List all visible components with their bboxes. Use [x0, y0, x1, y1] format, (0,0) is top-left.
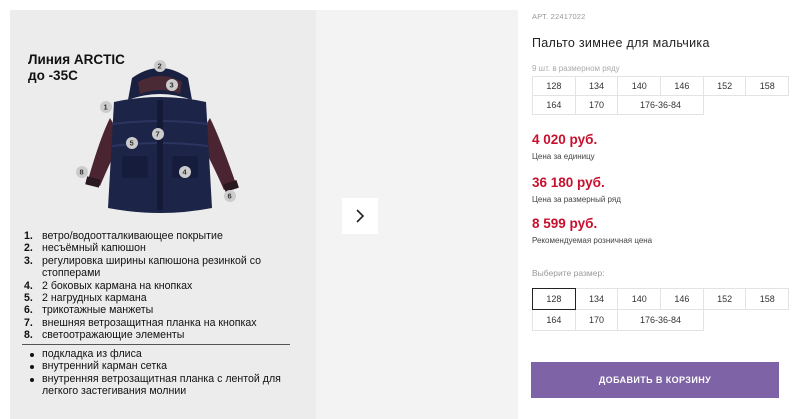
marker-6: 6: [228, 192, 232, 201]
pack-size-cell: 128: [532, 76, 576, 96]
coat-illustration: 2 3 1 7 5 4 8 6: [76, 60, 239, 213]
feature-item: 1. ветро/водоотталкивающее покрытие: [24, 230, 223, 242]
size-option[interactable]: 176-36-84: [617, 309, 704, 331]
size-option[interactable]: 140: [617, 288, 662, 310]
price-retail: 8 599 руб.: [532, 216, 598, 231]
marker-3: 3: [170, 81, 174, 90]
size-prompt: Выберите размер:: [532, 268, 605, 278]
size-option[interactable]: 146: [660, 288, 704, 310]
price-pack-label: Цена за размерный ряд: [532, 195, 621, 204]
gallery-next-button[interactable]: [342, 198, 378, 234]
extra-feature-item: внутренняя ветрозащитная планка с лентой…: [24, 373, 294, 398]
feature-item: 3. регулировка ширины капюшона резинкой с…: [24, 254, 262, 280]
marker-7: 7: [156, 130, 160, 139]
pack-size-cell: 146: [660, 76, 704, 96]
feature-divider: [22, 344, 290, 345]
marker-5: 5: [130, 139, 134, 148]
pack-size-cell: 176-36-84: [617, 95, 704, 115]
pack-size-cell: 158: [745, 76, 790, 96]
size-option[interactable]: 152: [702, 288, 747, 310]
price-pack: 36 180 руб.: [532, 175, 605, 190]
chevron-right-icon: [356, 209, 365, 223]
size-option[interactable]: 158: [745, 288, 790, 310]
pack-size-cell: 164: [532, 95, 576, 115]
feature-item: 2. несъёмный капюшон: [24, 242, 146, 255]
pack-size-note: 9 шт. в размерном ряду: [532, 64, 620, 73]
extra-feature-list: подкладка из флиса внутренний карман сет…: [24, 348, 294, 398]
pack-size-cell: 134: [574, 76, 619, 96]
feature-item: 7. внешняя ветрозащитная планка на кнопка…: [24, 316, 257, 329]
size-option[interactable]: 164: [532, 309, 576, 331]
price-unit-label: Цена за единицу: [532, 152, 595, 161]
pack-size-cell: 140: [617, 76, 662, 96]
feature-list: 1. ветро/водоотталкивающее покрытие 2. нес…: [24, 230, 302, 342]
article-number: АРТ. 22417022: [532, 12, 586, 21]
product-title: Пальто зимнее для мальчика: [532, 36, 710, 50]
pack-size-cell: 170: [574, 95, 619, 115]
marker-8: 8: [80, 168, 84, 177]
feature-item: 5. 2 нагрудных кармана: [24, 292, 147, 305]
extra-feature-item: внутренний карман сетка: [24, 360, 294, 372]
add-to-cart-button[interactable]: ДОБАВИТЬ В КОРЗИНУ: [531, 362, 779, 398]
size-option-selected[interactable]: 128: [532, 288, 576, 310]
size-option[interactable]: 170: [574, 309, 619, 331]
marker-2: 2: [158, 62, 162, 71]
feature-item: 8. светоотражающие элементы: [24, 329, 185, 342]
feature-item: 6. трикотажные манжеты: [24, 304, 154, 317]
price-unit: 4 020 руб.: [532, 132, 598, 147]
pack-size-grid: 128 134 140 146 152 158 164 170 176-36-8…: [532, 76, 790, 115]
size-picker: 128 134 140 146 152 158 164 170 176-36-8…: [532, 288, 790, 331]
marker-1: 1: [104, 103, 108, 112]
size-option[interactable]: 134: [574, 288, 619, 310]
pack-size-cell: 152: [702, 76, 747, 96]
feature-item: 4. 2 боковых кармана на кнопках: [24, 279, 193, 292]
extra-feature-item: подкладка из флиса: [24, 348, 294, 360]
price-retail-label: Рекомендуемая розничная цена: [532, 236, 653, 245]
